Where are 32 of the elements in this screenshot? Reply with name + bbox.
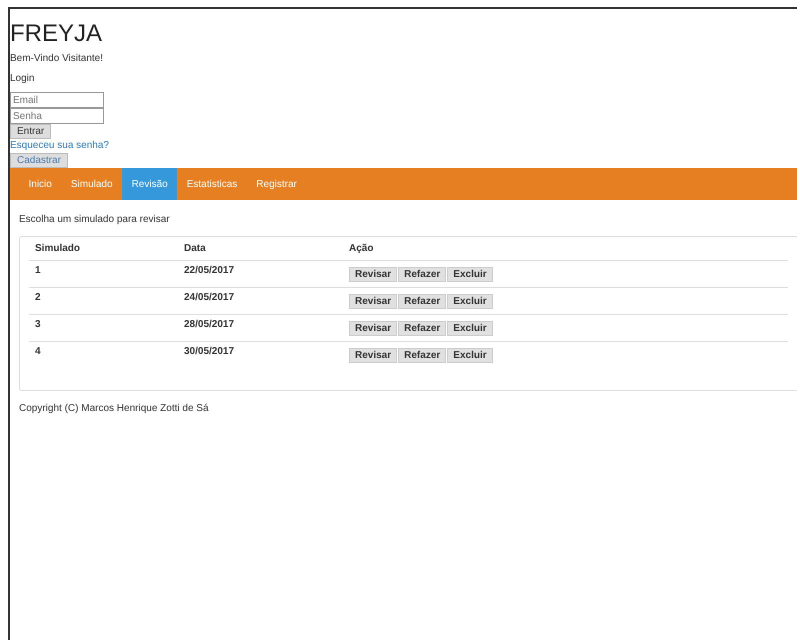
table-cell: 4	[29, 342, 178, 368]
table-cell: 24/05/2017	[178, 288, 343, 314]
login-button[interactable]: Entrar	[10, 124, 52, 139]
delete-button[interactable]: Excluir	[447, 294, 493, 309]
forgot-password-link[interactable]: Esqueceu sua senha?	[10, 140, 109, 151]
table-cell: 3	[29, 314, 178, 342]
delete-button[interactable]: Excluir	[447, 267, 493, 282]
redo-button[interactable]: Refazer	[398, 267, 446, 282]
copyright-text: Copyright (C) Marcos Henrique Zotti de Sá	[19, 403, 210, 415]
review-button[interactable]: Revisar	[349, 348, 398, 363]
review-button[interactable]: Revisar	[349, 267, 398, 282]
delete-button[interactable]: Excluir	[447, 321, 493, 336]
redo-button[interactable]: Refazer	[398, 348, 446, 363]
table-cell: 22/05/2017	[178, 260, 343, 288]
column-header: Data	[178, 237, 343, 260]
table-cell: 30/05/2017	[178, 342, 343, 368]
redo-button[interactable]: Refazer	[398, 294, 446, 309]
site-title: FREYJA	[10, 19, 104, 47]
login-heading: Login	[10, 73, 36, 85]
email-field[interactable]: Email	[10, 92, 104, 108]
review-button[interactable]: Revisar	[349, 294, 398, 309]
column-header: Simulado	[29, 237, 178, 260]
table-cell: 1	[29, 260, 178, 288]
review-button[interactable]: Revisar	[349, 321, 398, 336]
welcome-text: Bem-Vindo Visitante!	[10, 53, 104, 65]
column-header: Ação	[343, 237, 788, 260]
delete-button[interactable]: Excluir	[447, 348, 493, 363]
table-cell: 28/05/2017	[178, 314, 343, 342]
redo-button[interactable]: Refazer	[398, 321, 446, 336]
intro-text: Escolha um simulado para revisar	[19, 214, 171, 226]
table-cell: 2	[29, 288, 178, 314]
password-field[interactable]: Senha	[10, 108, 104, 124]
